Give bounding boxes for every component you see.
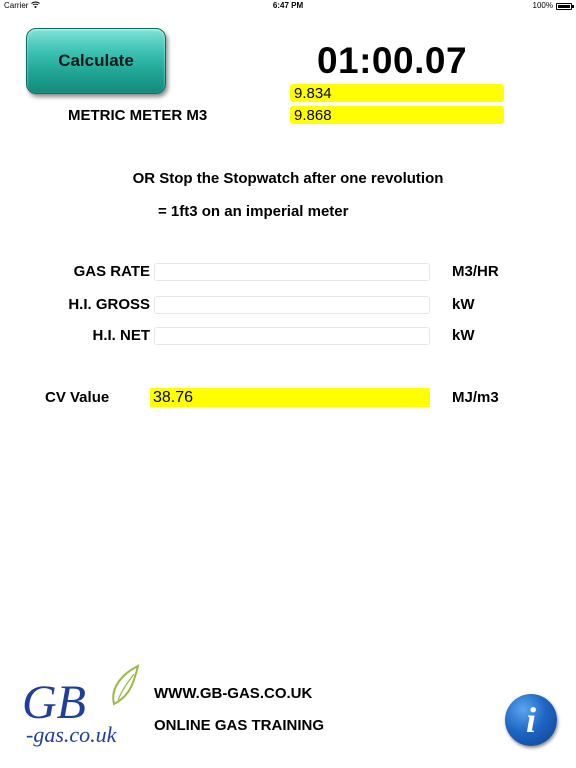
status-right: 100%: [532, 0, 574, 12]
info-button[interactable]: i: [505, 694, 557, 746]
logo-text-sub: -gas.co.uk: [26, 722, 118, 747]
gas-rate-field[interactable]: [154, 263, 430, 281]
info-icon: i: [525, 700, 536, 740]
gas-rate-label: GAS RATE: [73, 263, 150, 280]
hi-net-label: H.I. NET: [92, 327, 150, 344]
gb-gas-logo: GB -gas.co.uk: [18, 660, 144, 748]
meter-reading-2-field[interactable]: 9.868: [290, 106, 504, 124]
stopwatch-display[interactable]: 01:00.07: [290, 40, 494, 82]
hi-gross-unit: kW: [452, 296, 475, 313]
battery-icon: [556, 2, 574, 10]
calculate-button[interactable]: Calculate: [26, 28, 166, 94]
cv-value-label: CV Value: [45, 389, 110, 406]
battery-percent: 100%: [532, 1, 553, 10]
tagline-text: ONLINE GAS TRAINING: [154, 717, 325, 734]
hi-gross-label: H.I. GROSS: [68, 296, 150, 313]
gas-rate-screen: Carrier 6:47 PM 100% Calculate 01:00.07 …: [0, 0, 576, 768]
hi-net-field[interactable]: [154, 327, 430, 345]
cv-value-field[interactable]: 38.76: [150, 388, 430, 407]
hi-gross-field[interactable]: [154, 296, 430, 314]
meter-reading-1-field[interactable]: 9.834: [290, 84, 504, 102]
hi-net-unit: kW: [452, 327, 475, 344]
cv-value-unit: MJ/m3: [452, 389, 499, 406]
gas-rate-unit: M3/HR: [452, 263, 499, 280]
website-link[interactable]: WWW.GB-GAS.CO.UK: [154, 685, 312, 702]
metric-meter-label: METRIC METER M3: [68, 107, 208, 124]
status-time: 6:47 PM: [272, 1, 304, 10]
instruction-line-2: = 1ft3 on an imperial meter: [158, 203, 349, 220]
status-bar: Carrier 6:47 PM 100%: [0, 0, 576, 12]
instruction-line-1: OR Stop the Stopwatch after one revoluti…: [132, 170, 444, 187]
